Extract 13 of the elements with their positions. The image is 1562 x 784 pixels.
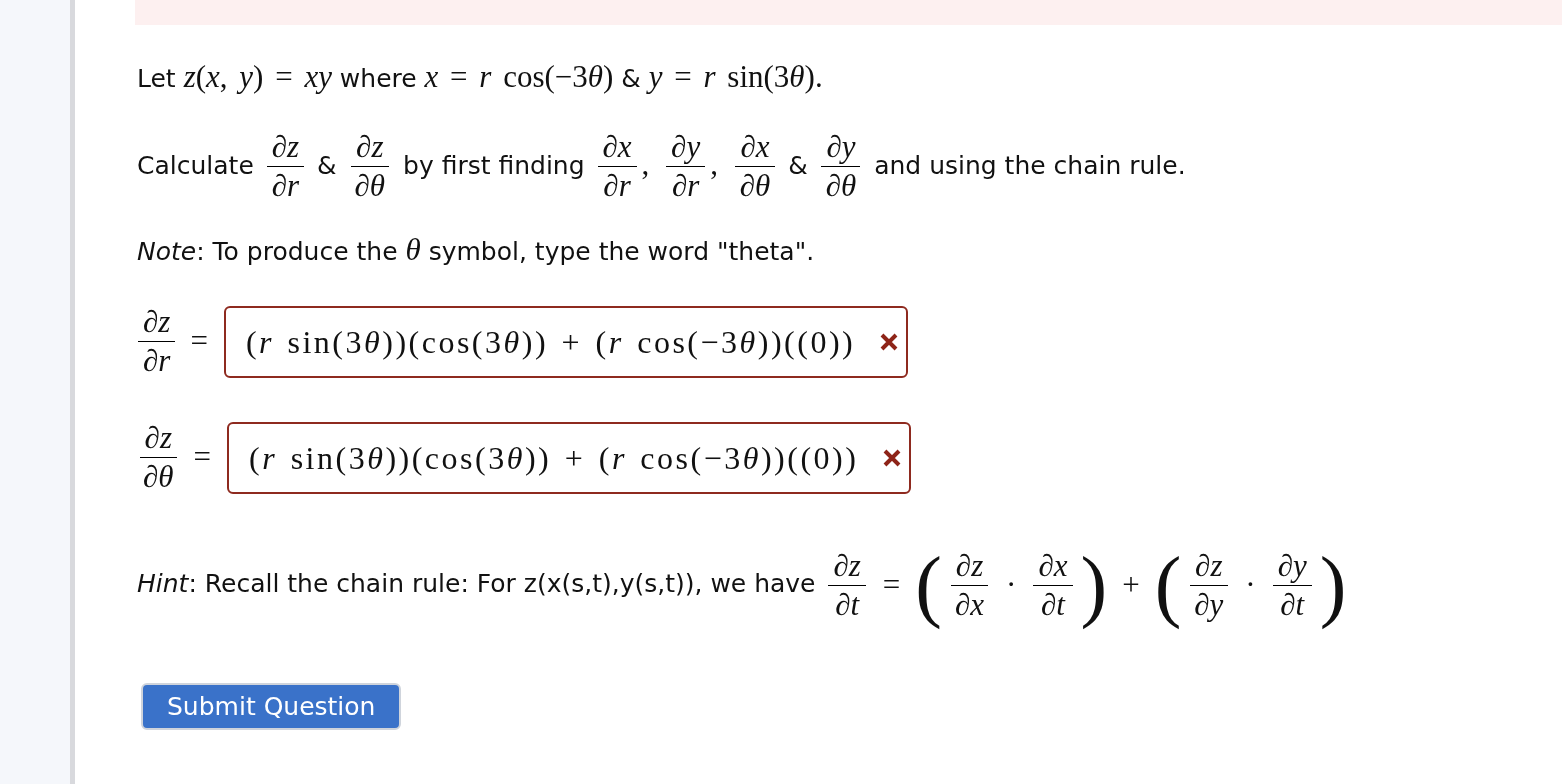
fraction-label: ∂z ∂r xyxy=(138,304,176,379)
note-text: Note: To produce the θ symbol, type the word "theta". xyxy=(137,231,816,269)
hint-text: Hint: Recall the chain rule: For z(x(s,t),y(s,t)), we have ∂z ∂t = ( ∂z ∂x · ∂x ∂t ) + ( ∂z ∂y · ∂y ∂t ) xyxy=(137,541,1348,629)
problem-statement: Let z(x, y) = xy where x = r cos(−3θ) & y = r sin(3θ). xyxy=(137,58,824,96)
fraction-label: ∂z ∂θ xyxy=(138,420,179,495)
cross-icon xyxy=(883,448,902,467)
equals-sign: = xyxy=(190,322,208,361)
equals-sign: = xyxy=(193,438,212,477)
answer-field[interactable]: (r sin(3θ))(cos(3θ)) + (r cos(−3θ))((0)) xyxy=(223,305,908,378)
cross-icon xyxy=(879,332,898,351)
submit-button[interactable]: Submit Question xyxy=(141,683,402,730)
answer-field[interactable]: (r sin(3θ))(cos(3θ)) + (r cos(−3θ))((0)) xyxy=(227,421,912,494)
instruction-text: Calculate ∂z ∂r & ∂z ∂θ by first finding ∂x ∂r , ∂y ∂r , ∂x ∂θ & ∂y ∂θ and using the chain rule. xyxy=(137,129,1187,204)
